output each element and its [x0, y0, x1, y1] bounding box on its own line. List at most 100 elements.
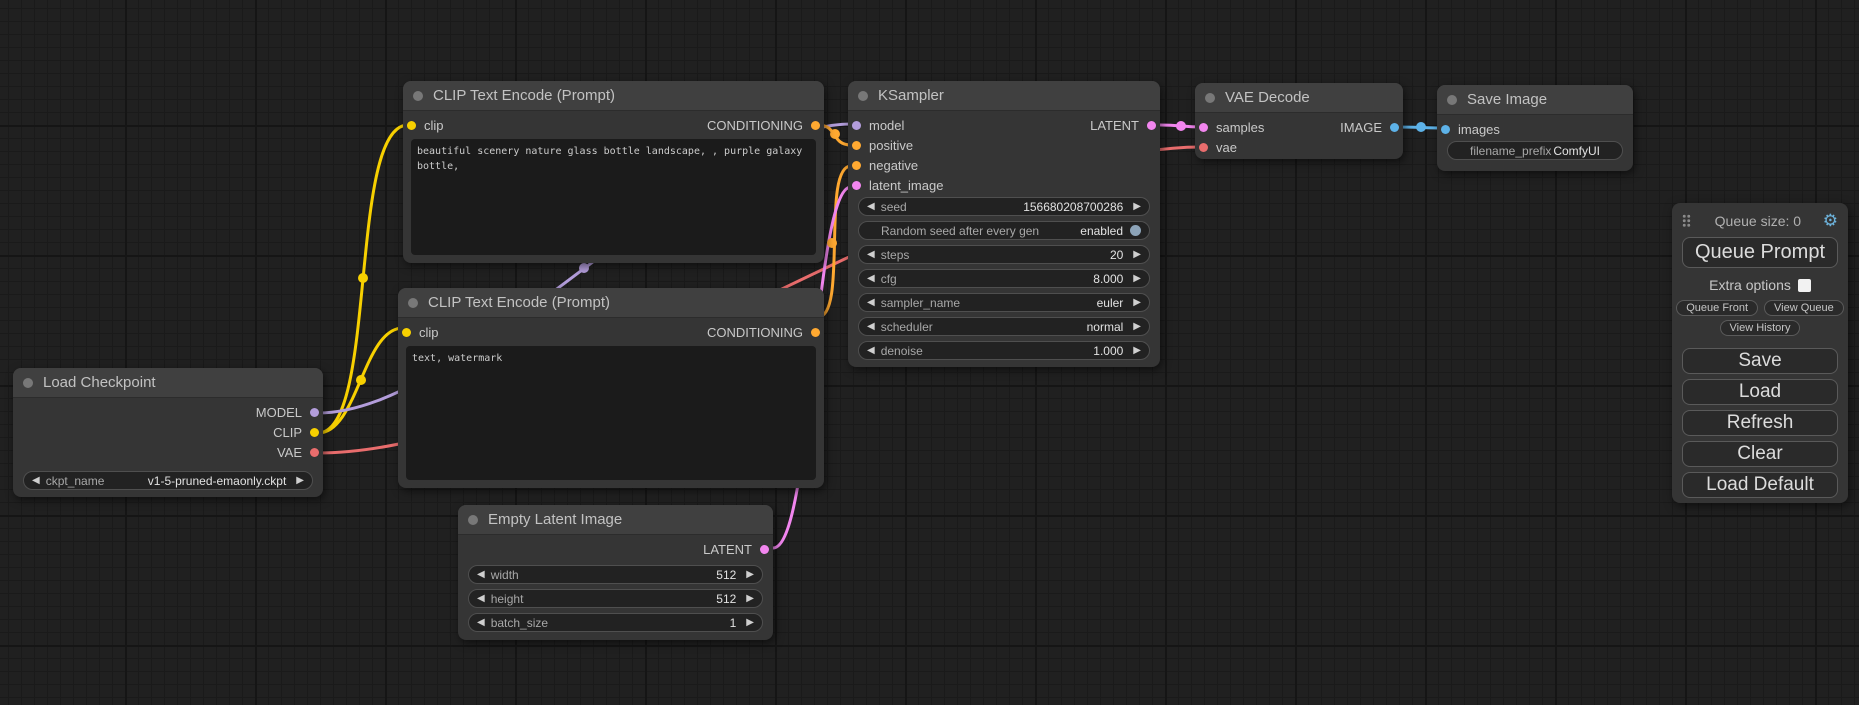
link-dot[interactable]	[579, 263, 589, 273]
input-clip[interactable]: clip	[402, 325, 439, 340]
node-title-bar[interactable]: Load Checkpoint	[13, 368, 323, 398]
input-samples[interactable]: samples	[1199, 120, 1264, 135]
collapse-dot-icon[interactable]	[408, 298, 418, 308]
steps-widget[interactable]: steps 20	[858, 245, 1150, 264]
conditioning-port-icon[interactable]	[811, 328, 820, 337]
ckpt-name-widget[interactable]: ckpt_name v1-5-pruned-emaonly.ckpt	[23, 471, 313, 490]
node-title-bar[interactable]: CLIP Text Encode (Prompt)	[403, 81, 824, 111]
view-queue-button[interactable]: View Queue	[1764, 300, 1844, 316]
scheduler-widget[interactable]: scheduler normal	[858, 317, 1150, 336]
node-title-bar[interactable]: Save Image	[1437, 85, 1633, 115]
step-left-icon[interactable]	[32, 476, 40, 486]
load-button[interactable]: Load	[1682, 379, 1838, 405]
drag-handle-icon[interactable]	[1682, 214, 1691, 227]
toggle-on-icon[interactable]	[1130, 225, 1141, 236]
latent-port-icon[interactable]	[1199, 123, 1208, 132]
input-clip[interactable]: clip	[407, 118, 444, 133]
seed-widget[interactable]: seed 156680208700286	[858, 197, 1150, 216]
output-model[interactable]: MODEL	[13, 402, 323, 422]
step-left-icon[interactable]	[477, 594, 485, 604]
settings-gear-icon[interactable]: ⚙	[1823, 212, 1838, 229]
step-left-icon[interactable]	[477, 570, 485, 580]
output-vae[interactable]: VAE	[13, 442, 323, 462]
step-left-icon[interactable]	[867, 322, 875, 332]
model-port-icon[interactable]	[310, 408, 319, 417]
image-port-icon[interactable]	[1441, 125, 1450, 134]
collapse-dot-icon[interactable]	[413, 91, 423, 101]
input-negative[interactable]: negative	[848, 155, 1160, 175]
step-right-icon[interactable]	[1133, 322, 1141, 332]
refresh-button[interactable]: Refresh	[1682, 410, 1838, 436]
step-right-icon[interactable]	[746, 594, 754, 604]
prompt-textarea[interactable]: text, watermark	[406, 346, 816, 480]
prompt-textarea[interactable]: beautiful scenery nature glass bottle la…	[411, 139, 816, 255]
input-vae[interactable]: vae	[1195, 137, 1403, 157]
height-widget[interactable]: height 512	[468, 589, 763, 608]
link-dot[interactable]	[358, 273, 368, 283]
load-default-button[interactable]: Load Default	[1682, 472, 1838, 498]
conditioning-port-icon[interactable]	[811, 121, 820, 130]
latent-port-icon[interactable]	[1147, 121, 1156, 130]
output-latent[interactable]: LATENT	[1090, 118, 1156, 133]
link-dot[interactable]	[1416, 122, 1426, 132]
cfg-widget[interactable]: cfg 8.000	[858, 269, 1150, 288]
filename-prefix-widget[interactable]: filename_prefix ComfyUI	[1447, 141, 1623, 160]
output-latent[interactable]: LATENT	[458, 539, 773, 559]
output-clip[interactable]: CLIP	[13, 422, 323, 442]
step-left-icon[interactable]	[867, 298, 875, 308]
queue-prompt-button[interactable]: Queue Prompt	[1682, 237, 1838, 268]
node-clip-text-encode-positive[interactable]: CLIP Text Encode (Prompt) clip CONDITION…	[403, 81, 824, 263]
input-positive[interactable]: positive	[848, 135, 1160, 155]
step-right-icon[interactable]	[746, 618, 754, 628]
node-clip-text-encode-negative[interactable]: CLIP Text Encode (Prompt) clip CONDITION…	[398, 288, 824, 488]
clip-port-icon[interactable]	[310, 428, 319, 437]
output-conditioning[interactable]: CONDITIONING	[707, 118, 820, 133]
step-right-icon[interactable]	[1133, 250, 1141, 260]
link-dot[interactable]	[830, 129, 840, 139]
latent-port-icon[interactable]	[760, 545, 769, 554]
conditioning-port-icon[interactable]	[852, 141, 861, 150]
link-dot[interactable]	[1176, 121, 1186, 131]
node-title-bar[interactable]: Empty Latent Image	[458, 505, 773, 535]
step-left-icon[interactable]	[867, 250, 875, 260]
input-latent-image[interactable]: latent_image	[848, 175, 1160, 195]
link-dot[interactable]	[827, 238, 837, 248]
step-right-icon[interactable]	[1133, 298, 1141, 308]
view-history-button[interactable]: View History	[1720, 320, 1801, 336]
step-right-icon[interactable]	[1133, 274, 1141, 284]
node-ksampler[interactable]: KSampler model LATENT positive negative	[848, 81, 1160, 367]
node-empty-latent-image[interactable]: Empty Latent Image LATENT width 512 heig…	[458, 505, 773, 640]
collapse-dot-icon[interactable]	[1205, 93, 1215, 103]
collapse-dot-icon[interactable]	[468, 515, 478, 525]
collapse-dot-icon[interactable]	[23, 378, 33, 388]
input-model[interactable]: model	[852, 118, 904, 133]
sampler-name-widget[interactable]: sampler_name euler	[858, 293, 1150, 312]
node-vae-decode[interactable]: VAE Decode samples IMAGE vae	[1195, 83, 1403, 159]
step-right-icon[interactable]	[746, 570, 754, 580]
step-right-icon[interactable]	[1133, 346, 1141, 356]
output-conditioning[interactable]: CONDITIONING	[707, 325, 820, 340]
image-port-icon[interactable]	[1390, 123, 1399, 132]
node-graph-canvas[interactable]: Load Checkpoint MODEL CLIP VAE ckpt_name…	[0, 0, 1859, 705]
node-title-bar[interactable]: VAE Decode	[1195, 83, 1403, 113]
step-right-icon[interactable]	[1133, 202, 1141, 212]
model-port-icon[interactable]	[852, 121, 861, 130]
step-left-icon[interactable]	[867, 346, 875, 356]
vae-port-icon[interactable]	[1199, 143, 1208, 152]
step-left-icon[interactable]	[477, 618, 485, 628]
queue-front-button[interactable]: Queue Front	[1676, 300, 1758, 316]
vae-port-icon[interactable]	[310, 448, 319, 457]
clip-port-icon[interactable]	[402, 328, 411, 337]
random-seed-toggle[interactable]: Random seed after every gen enabled	[858, 221, 1150, 240]
clip-port-icon[interactable]	[407, 121, 416, 130]
conditioning-port-icon[interactable]	[852, 161, 861, 170]
node-save-image[interactable]: Save Image images filename_prefix ComfyU…	[1437, 85, 1633, 171]
node-title-bar[interactable]: CLIP Text Encode (Prompt)	[398, 288, 824, 318]
step-right-icon[interactable]	[296, 476, 304, 486]
node-title-bar[interactable]: KSampler	[848, 81, 1160, 111]
batch-size-widget[interactable]: batch_size 1	[468, 613, 763, 632]
step-left-icon[interactable]	[867, 202, 875, 212]
extra-options-checkbox[interactable]	[1798, 279, 1811, 292]
latent-port-icon[interactable]	[852, 181, 861, 190]
link-dot[interactable]	[356, 375, 366, 385]
